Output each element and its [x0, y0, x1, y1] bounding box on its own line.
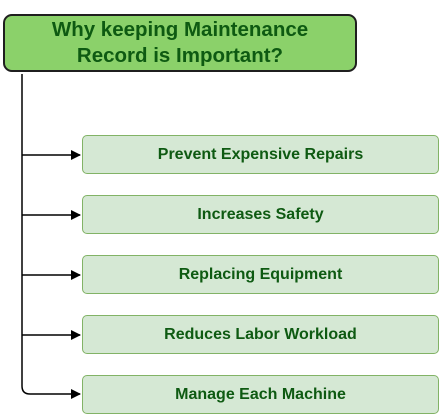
- item-increases-safety: Increases Safety: [82, 195, 439, 234]
- item-reduces-labor-workload: Reduces Labor Workload: [82, 315, 439, 354]
- item-replacing-equipment: Replacing Equipment: [82, 255, 439, 294]
- item-label: Prevent Expensive Repairs: [157, 145, 364, 163]
- item-label: Replacing Equipment: [178, 265, 343, 283]
- item-prevent-expensive-repairs: Prevent Expensive Repairs: [82, 135, 439, 174]
- item-label: Increases Safety: [197, 205, 324, 223]
- connector-trunk: [21, 74, 81, 399]
- item-manage-each-machine: Manage Each Machine: [82, 375, 439, 414]
- item-label: Reduces Labor Workload: [164, 325, 357, 343]
- item-label: Manage Each Machine: [175, 385, 346, 403]
